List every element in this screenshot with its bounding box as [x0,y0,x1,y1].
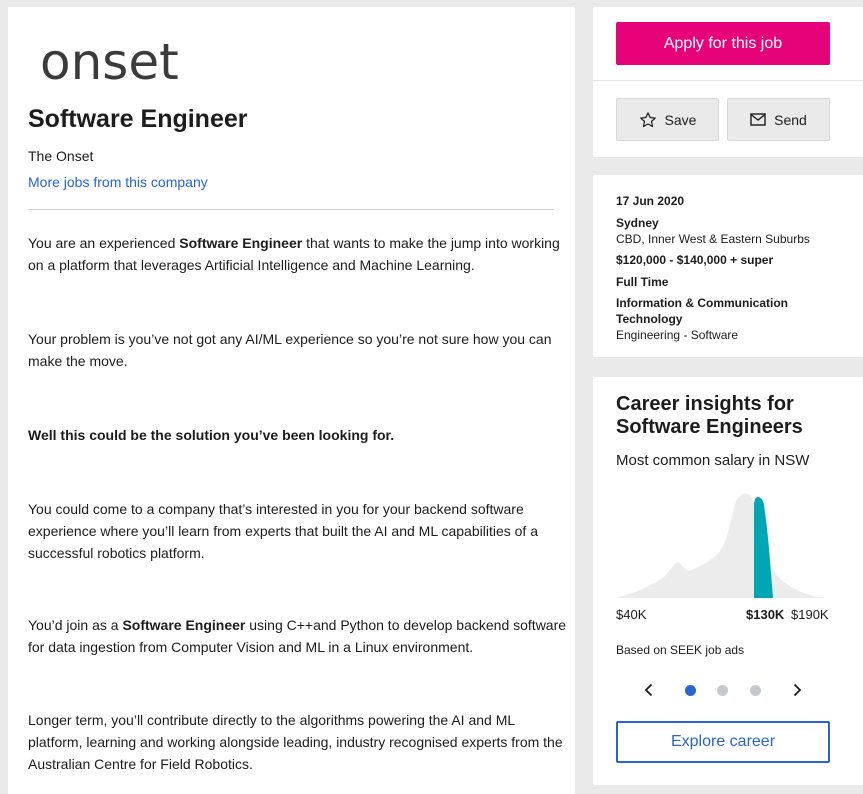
salary-max-label: $190K [791,607,829,622]
divider [28,209,554,210]
chevron-right-icon[interactable] [789,682,805,698]
carousel-dot-2[interactable] [717,685,728,696]
description-paragraph-1: You are an experienced Software Engineer… [28,235,560,273]
salary: $120,000 - $140,000 + super [616,253,774,267]
carousel-dot-3[interactable] [750,685,761,696]
explore-career-button[interactable]: Explore career [616,721,830,763]
classification-line-1[interactable]: Information & Communication [616,295,788,311]
work-type: Full Time [616,275,669,289]
company-name: The Onset [28,148,94,164]
job-detail-panel: onset Software Engineer The Onset More j… [8,7,575,794]
distribution-area [616,493,830,598]
classification-line-2[interactable]: Technology [616,311,682,327]
apply-button[interactable]: Apply for this job [616,22,830,65]
apply-card: Apply for this job Save Send [593,7,863,157]
insights-subtitle: Most common salary in NSW [616,452,810,469]
salary-min-label: $40K [616,607,647,622]
sub-classification[interactable]: Engineering - Software [616,327,738,343]
save-label: Save [664,111,697,128]
mail-icon [750,113,766,126]
salary-highlight-label: $130K [746,607,785,622]
description-paragraph-3: Well this could be the solution you’ve b… [28,427,395,443]
carousel-dot-1[interactable] [685,685,696,696]
listing-date: 17 Jun 2020 [616,194,685,208]
company-logo: onset [40,33,179,91]
star-icon [639,111,656,127]
insights-title: Career insights for Software Engineers [616,393,803,438]
send-button[interactable]: Send [727,98,830,141]
description-paragraph-6: Longer term, you’ll contribute directly … [28,712,563,772]
location-area[interactable]: CBD, Inner West & Eastern Suburbs [616,231,810,247]
description-paragraph-5: You’d join as a Software Engineer using … [28,617,567,655]
career-insights-card: Career insights for Software Engineers M… [593,377,863,785]
salary-distribution-chart [616,493,830,598]
job-title: Software Engineer [28,105,248,133]
send-label: Send [774,111,807,128]
divider [593,80,863,81]
job-details-card: 17 Jun 2020 Sydney CBD, Inner West & Eas… [593,175,863,357]
more-jobs-link[interactable]: More jobs from this company [28,174,208,190]
location[interactable]: Sydney [616,215,659,231]
insights-carousel [641,680,805,700]
based-on-note: Based on SEEK job ads [616,643,745,657]
description-paragraph-2: Your problem is you’ve not got any AI/ML… [28,331,552,369]
save-button[interactable]: Save [616,98,719,141]
chevron-left-icon[interactable] [641,682,657,698]
description-paragraph-4: You could come to a company that’s inter… [28,501,538,561]
distribution-highlight [754,497,773,598]
company-logo-text: onset [40,33,179,91]
